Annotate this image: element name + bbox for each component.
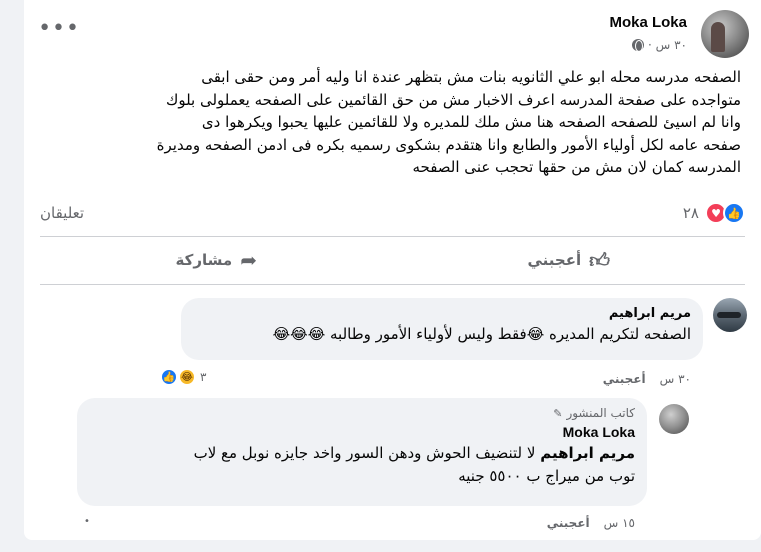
reply-actions: ١٥ س أعجبني (547, 516, 635, 530)
commenter-avatar[interactable] (713, 298, 747, 332)
like-reaction-icon: 👍 (723, 202, 745, 224)
reply-text-line: توب من ميراج ب ٥٥٠٠ جنيه (458, 467, 635, 485)
post-card: Moka Loka ٣٠ س · ••• الصفحه مدرسه محله ا… (24, 0, 761, 540)
post-actions: 👍︎ أعجبني ➦ مشاركة (40, 238, 745, 282)
divider (40, 284, 745, 285)
author-name[interactable]: Moka Loka (609, 14, 687, 31)
comment-actions: ٣٠ س أعجبني (603, 372, 691, 386)
reply-like-button[interactable]: أعجبني (547, 516, 590, 530)
post-text-line: صفحه عامه لكل أولياء الأمور والطابع وانا… (156, 135, 741, 154)
reply-text-line: لا لتنضيف الحوش ودهن السور واخد جايزه نو… (193, 444, 536, 462)
reply-author-avatar[interactable] (659, 404, 689, 434)
author-avatar[interactable] (701, 10, 749, 58)
reaction-count: ٢٨ (682, 204, 699, 222)
post-text-line: الصفحه مدرسه محله ابو علي الثانويه بنات … (201, 68, 741, 86)
reply-bubble: كاتب المنشور ✎ Moka Loka مريم ابراهيم لا… (77, 398, 647, 506)
share-button[interactable]: ➦ مشاركة (40, 238, 393, 282)
like-button[interactable]: 👍︎ أعجبني (393, 238, 746, 282)
post-text-line: متواجده على صفحة المدرسه اعرف الاخبار مش… (165, 90, 741, 109)
status-dot: • (84, 516, 90, 527)
more-options-button[interactable]: ••• (38, 18, 80, 48)
author-badge-label: كاتب المنشور (566, 406, 635, 420)
author-badge: كاتب المنشور ✎ (89, 406, 635, 420)
reply-time[interactable]: ١٥ س (604, 516, 635, 530)
post-text-line: المدرسه كمان لان مش من حقها تحجب عنى الص… (412, 158, 741, 176)
comment-time[interactable]: ٣٠ س (660, 372, 691, 386)
post-header: Moka Loka ٣٠ س · ••• (36, 8, 749, 60)
like-button-label: أعجبني (527, 251, 582, 269)
commenter-name[interactable]: مريم ابراهيم (193, 306, 691, 321)
haha-emoji-icon: 😂 (178, 368, 196, 386)
post-text-line: وانا لم اسيئ للصفحه الصفحه هنا مش ملك لل… (201, 113, 741, 131)
divider (40, 236, 745, 237)
share-arrow-icon: ➦ (240, 248, 257, 272)
comment-bubble: مريم ابراهيم الصفحه لتكريم المديره 😂فقط … (181, 298, 703, 360)
comment-reactions[interactable]: 👍 😂 ٣ (160, 368, 207, 386)
like-reaction-icon: 👍 (160, 368, 178, 386)
post-stats: 👍 ♥ ٢٨ تعليقان (40, 200, 745, 228)
comment-like-button[interactable]: أعجبني (603, 372, 646, 386)
reply-author-name[interactable]: Moka Loka (89, 424, 635, 440)
post-time[interactable]: ٣٠ س · (648, 38, 687, 52)
more-dots-icon: ••• (38, 16, 80, 41)
share-button-label: مشاركة (175, 251, 233, 269)
comments-count-link[interactable]: تعليقان (40, 204, 84, 222)
mention-link[interactable]: مريم ابراهيم (540, 444, 635, 462)
pencil-icon: ✎ (553, 406, 563, 420)
like-thumb-icon: 👍︎ (589, 247, 611, 272)
comment-reaction-count: ٣ (200, 370, 207, 384)
comment-text: الصفحه لتكريم المديره 😂فقط وليس لأولياء … (272, 325, 691, 343)
reactions-summary[interactable]: 👍 ♥ ٢٨ (683, 202, 745, 224)
reply-text: مريم ابراهيم لا لتنضيف الحوش ودهن السور … (89, 442, 635, 488)
post-meta: ٣٠ س · (632, 38, 687, 52)
post-text: الصفحه مدرسه محله ابو علي الثانويه بنات … (40, 66, 741, 179)
globe-icon (632, 39, 645, 52)
